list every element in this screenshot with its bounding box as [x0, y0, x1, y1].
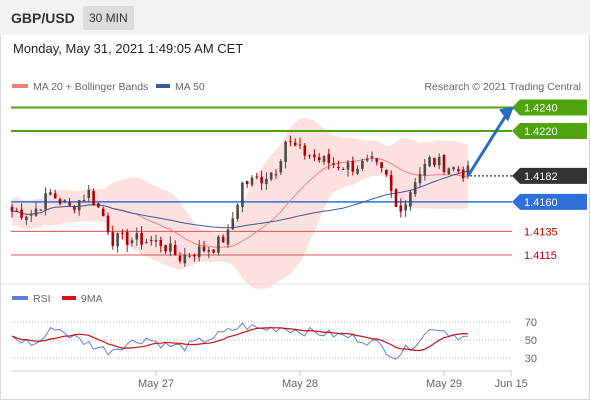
- current-level-label: 1.4182: [524, 171, 558, 183]
- candle: [92, 188, 95, 206]
- rsi-line: [11, 322, 469, 360]
- candle: [245, 180, 249, 188]
- candle: [447, 167, 451, 175]
- rsi-tick-label: 70: [525, 317, 537, 329]
- target-level-label: 1.4240: [524, 102, 558, 114]
- rsi-ma-legend-swatch: [62, 296, 76, 300]
- forecast-arrow: [466, 114, 508, 177]
- candle: [125, 228, 129, 252]
- ma50-legend: MA 50: [175, 81, 205, 93]
- time-axis-label: May 27: [138, 378, 174, 390]
- rsi-tick-label: 50: [525, 335, 537, 347]
- time-axis: May 27 May 28 May 29 Jun 15: [11, 370, 528, 390]
- candle: [97, 202, 100, 208]
- ma50-legend-swatch: [156, 84, 170, 88]
- candle: [250, 175, 254, 187]
- time-axis-label: May 28: [282, 378, 318, 390]
- candle: [394, 188, 398, 207]
- price-chart: MA 20 + Bollinger Bands MA 50 Research ©…: [1, 81, 589, 390]
- candle: [217, 234, 220, 256]
- forecast-arrowhead: [499, 106, 514, 122]
- time-axis-label: Jun 15: [495, 378, 528, 390]
- time-axis-label: May 29: [426, 378, 462, 390]
- rsi-legend: RSI: [33, 293, 51, 305]
- bollinger-legend: MA 20 + Bollinger Bands: [33, 81, 148, 93]
- level-labels: 1.4240 1.4220 1.4182 1.4160 1.4135 1.4115: [466, 99, 587, 262]
- rsi-tick-label: 30: [525, 353, 537, 365]
- support-level-label: 1.4135: [524, 226, 558, 238]
- candle: [442, 154, 446, 175]
- candle: [231, 212, 235, 230]
- candle: [106, 212, 110, 236]
- candle: [116, 232, 119, 253]
- rsi-panel: 70 50 30: [11, 317, 537, 365]
- rsi-ma-legend: 9MA: [81, 293, 103, 305]
- target-level-label: 1.4220: [524, 126, 558, 138]
- bollinger-legend-swatch: [12, 84, 28, 88]
- support-level-label: 1.4115: [524, 250, 557, 262]
- credit-text: Research © 2021 Trading Central: [424, 81, 581, 93]
- pivot-level-label: 1.4160: [524, 197, 558, 209]
- rsi-legend-swatch: [12, 296, 28, 300]
